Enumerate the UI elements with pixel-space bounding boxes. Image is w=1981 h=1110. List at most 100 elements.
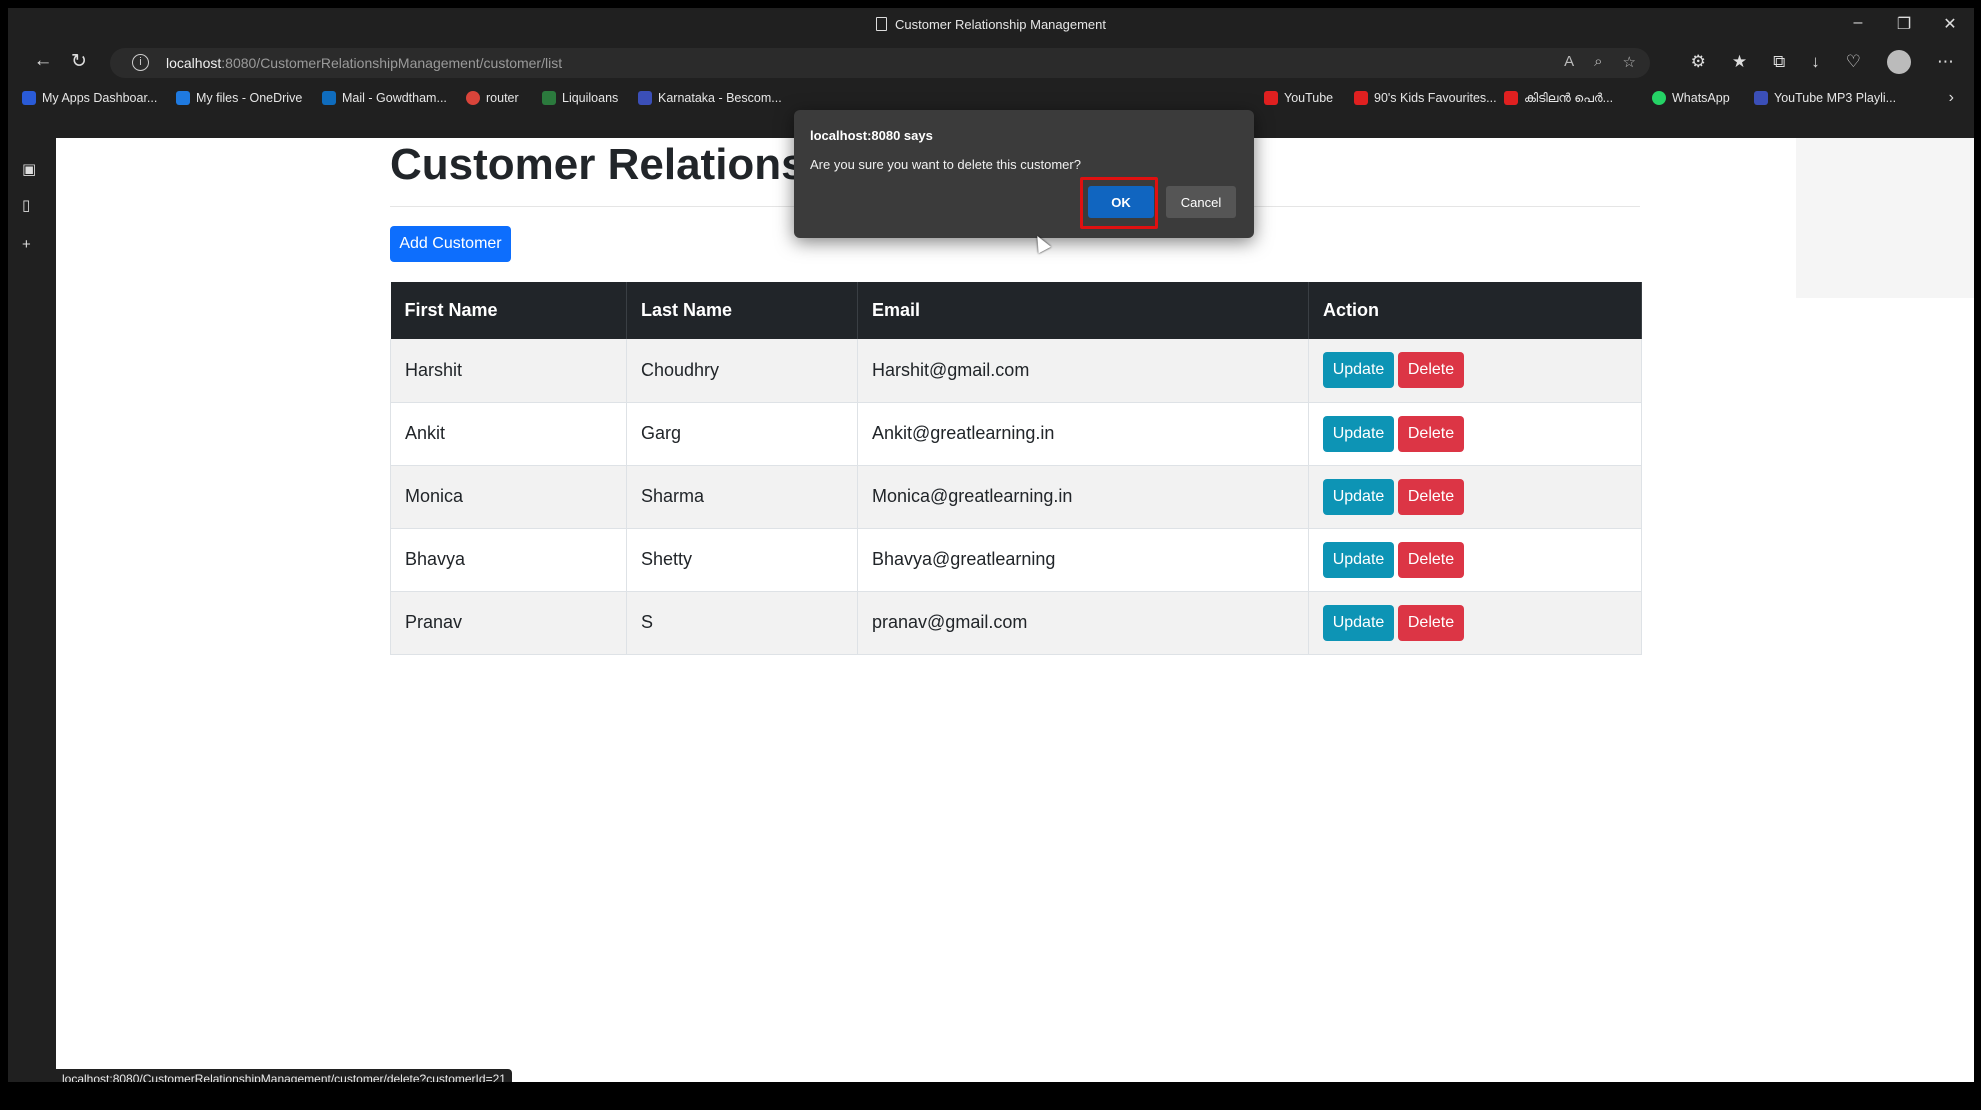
address-url: localhost:8080/CustomerRelationshipManag… bbox=[166, 55, 563, 71]
bookmark-item[interactable]: router bbox=[466, 91, 519, 105]
new-tab-icon[interactable]: + bbox=[22, 236, 31, 253]
bookmark-favicon-icon bbox=[542, 91, 556, 105]
bookmark-favicon-icon bbox=[22, 91, 36, 105]
delete-button[interactable]: Delete bbox=[1398, 604, 1464, 641]
column-header-first-name: First Name bbox=[390, 282, 627, 339]
cancel-button[interactable]: Cancel bbox=[1166, 186, 1236, 218]
cell-first-name: Bhavya bbox=[390, 528, 627, 592]
youtube-icon bbox=[1354, 91, 1368, 105]
cell-action: Update Delete bbox=[1308, 465, 1642, 529]
downloads-icon[interactable]: ↓ bbox=[1811, 52, 1820, 72]
youtube-icon bbox=[1264, 91, 1278, 105]
profile-avatar[interactable] bbox=[1887, 50, 1911, 74]
cell-action: Update Delete bbox=[1308, 339, 1642, 403]
bookmark-item[interactable]: YouTube bbox=[1264, 91, 1333, 105]
bookmark-favicon-icon bbox=[638, 91, 652, 105]
info-icon[interactable]: i bbox=[132, 54, 149, 71]
window-title: Customer Relationship Management bbox=[8, 17, 1974, 32]
bookmark-favicon-icon bbox=[176, 91, 190, 105]
dialog-message: Are you sure you want to delete this cus… bbox=[810, 157, 1081, 172]
cell-email: Ankit@greatlearning.in bbox=[857, 402, 1309, 466]
page-viewport: Customer Relations Add Customer First Na… bbox=[56, 138, 1974, 1090]
youtube-icon bbox=[1504, 91, 1518, 105]
title-bar: Customer Relationship Management – ❐ ✕ bbox=[8, 8, 1974, 42]
table-row: Ankit Garg Ankit@greatlearning.in Update… bbox=[390, 402, 1642, 466]
cell-email: pranav@gmail.com bbox=[857, 591, 1309, 655]
bookmark-item[interactable]: WhatsApp bbox=[1652, 91, 1730, 105]
browser-essentials-icon[interactable]: ♡ bbox=[1846, 52, 1861, 72]
cell-last-name: S bbox=[626, 591, 858, 655]
read-aloud-icon[interactable]: A bbox=[1564, 53, 1574, 71]
bookmark-favicon-icon bbox=[1754, 91, 1768, 105]
zoom-icon[interactable]: ⌕ bbox=[1594, 53, 1602, 71]
refresh-icon[interactable]: ↻ bbox=[66, 50, 92, 73]
bookmark-favicon-icon bbox=[322, 91, 336, 105]
close-window-button[interactable]: ✕ bbox=[1938, 14, 1962, 34]
dialog-title: localhost:8080 says bbox=[810, 128, 933, 143]
confirm-dialog: localhost:8080 says Are you sure you wan… bbox=[794, 110, 1254, 238]
page-title: Customer Relations bbox=[390, 140, 806, 189]
update-button[interactable]: Update bbox=[1323, 541, 1394, 578]
cell-action: Update Delete bbox=[1308, 591, 1642, 655]
customer-table: First Name Last Name Email Action Harshi… bbox=[390, 282, 1642, 655]
cell-email: Harshit@gmail.com bbox=[857, 339, 1309, 403]
bookmark-item[interactable]: Mail - Gowdtham... bbox=[322, 91, 447, 105]
navigation-bar: ← ↻ i localhost:8080/CustomerRelationshi… bbox=[8, 42, 1974, 84]
cell-last-name: Choudhry bbox=[626, 339, 858, 403]
collections-icon[interactable]: ⧉ bbox=[1773, 52, 1785, 72]
cell-first-name: Harshit bbox=[390, 339, 627, 403]
update-button[interactable]: Update bbox=[1323, 604, 1394, 641]
restore-button[interactable]: ❐ bbox=[1892, 14, 1916, 34]
delete-button[interactable]: Delete bbox=[1398, 352, 1464, 389]
extensions-icon[interactable]: ⚙ bbox=[1691, 52, 1706, 72]
minimize-button[interactable]: – bbox=[1846, 14, 1870, 34]
browser-window: Customer Relationship Management – ❐ ✕ ←… bbox=[8, 8, 1974, 1090]
page-tab-icon[interactable]: ▯ bbox=[22, 196, 30, 214]
cell-first-name: Pranav bbox=[390, 591, 627, 655]
update-button[interactable]: Update bbox=[1323, 478, 1394, 515]
table-header-row: First Name Last Name Email Action bbox=[390, 282, 1642, 339]
overlay-panel bbox=[1796, 138, 1974, 298]
cell-last-name: Shetty bbox=[626, 528, 858, 592]
cell-last-name: Sharma bbox=[626, 465, 858, 529]
table-row: Harshit Choudhry Harshit@gmail.com Updat… bbox=[390, 339, 1642, 403]
cell-action: Update Delete bbox=[1308, 402, 1642, 466]
bookmark-item[interactable]: My files - OneDrive bbox=[176, 91, 302, 105]
table-row: Bhavya Shetty Bhavya@greatlearning Updat… bbox=[390, 528, 1642, 592]
column-header-email: Email bbox=[857, 282, 1309, 339]
tab-actions-icon[interactable]: ▣ bbox=[22, 160, 36, 178]
bookmark-item[interactable]: Karnataka - Bescom... bbox=[638, 91, 782, 105]
browser-toolbar: ⚙ ★ ⧉ ↓ ♡ ⋯ bbox=[1691, 50, 1954, 74]
table-row: Monica Sharma Monica@greatlearning.in Up… bbox=[390, 465, 1642, 529]
update-button[interactable]: Update bbox=[1323, 415, 1394, 452]
bookmark-favicon-icon bbox=[466, 91, 480, 105]
column-header-last-name: Last Name bbox=[626, 282, 858, 339]
cell-last-name: Garg bbox=[626, 402, 858, 466]
cell-first-name: Monica bbox=[390, 465, 627, 529]
delete-button[interactable]: Delete bbox=[1398, 541, 1464, 578]
whatsapp-icon bbox=[1652, 91, 1666, 105]
address-bar[interactable]: i localhost:8080/CustomerRelationshipMan… bbox=[110, 48, 1650, 78]
add-customer-button[interactable]: Add Customer bbox=[390, 226, 511, 262]
bookmark-item[interactable]: YouTube MP3 Playli... bbox=[1754, 91, 1896, 105]
favorite-add-icon[interactable]: ☆ bbox=[1623, 53, 1636, 71]
delete-button[interactable]: Delete bbox=[1398, 478, 1464, 515]
document-icon bbox=[876, 17, 887, 31]
update-button[interactable]: Update bbox=[1323, 352, 1394, 389]
cell-action: Update Delete bbox=[1308, 528, 1642, 592]
bookmark-item[interactable]: 90's Kids Favourites... bbox=[1354, 91, 1497, 105]
column-header-action: Action bbox=[1308, 282, 1642, 339]
table-row: Pranav S pranav@gmail.com Update Delete bbox=[390, 591, 1642, 655]
favorites-icon[interactable]: ★ bbox=[1732, 52, 1747, 72]
chevron-right-icon[interactable]: › bbox=[1949, 89, 1954, 107]
bottom-strip bbox=[0, 1082, 1981, 1110]
bookmark-item[interactable]: My Apps Dashboar... bbox=[22, 91, 157, 105]
bookmark-item[interactable]: Liquiloans bbox=[542, 91, 618, 105]
delete-button[interactable]: Delete bbox=[1398, 415, 1464, 452]
more-options-icon[interactable]: ⋯ bbox=[1937, 52, 1954, 72]
cell-email: Bhavya@greatlearning bbox=[857, 528, 1309, 592]
address-bar-icons: A ⌕ ☆ bbox=[1564, 53, 1636, 71]
bookmark-item[interactable]: കിടിലൻ പെർ... bbox=[1504, 91, 1613, 106]
back-icon[interactable]: ← bbox=[30, 50, 56, 72]
ok-button[interactable]: OK bbox=[1088, 186, 1154, 218]
